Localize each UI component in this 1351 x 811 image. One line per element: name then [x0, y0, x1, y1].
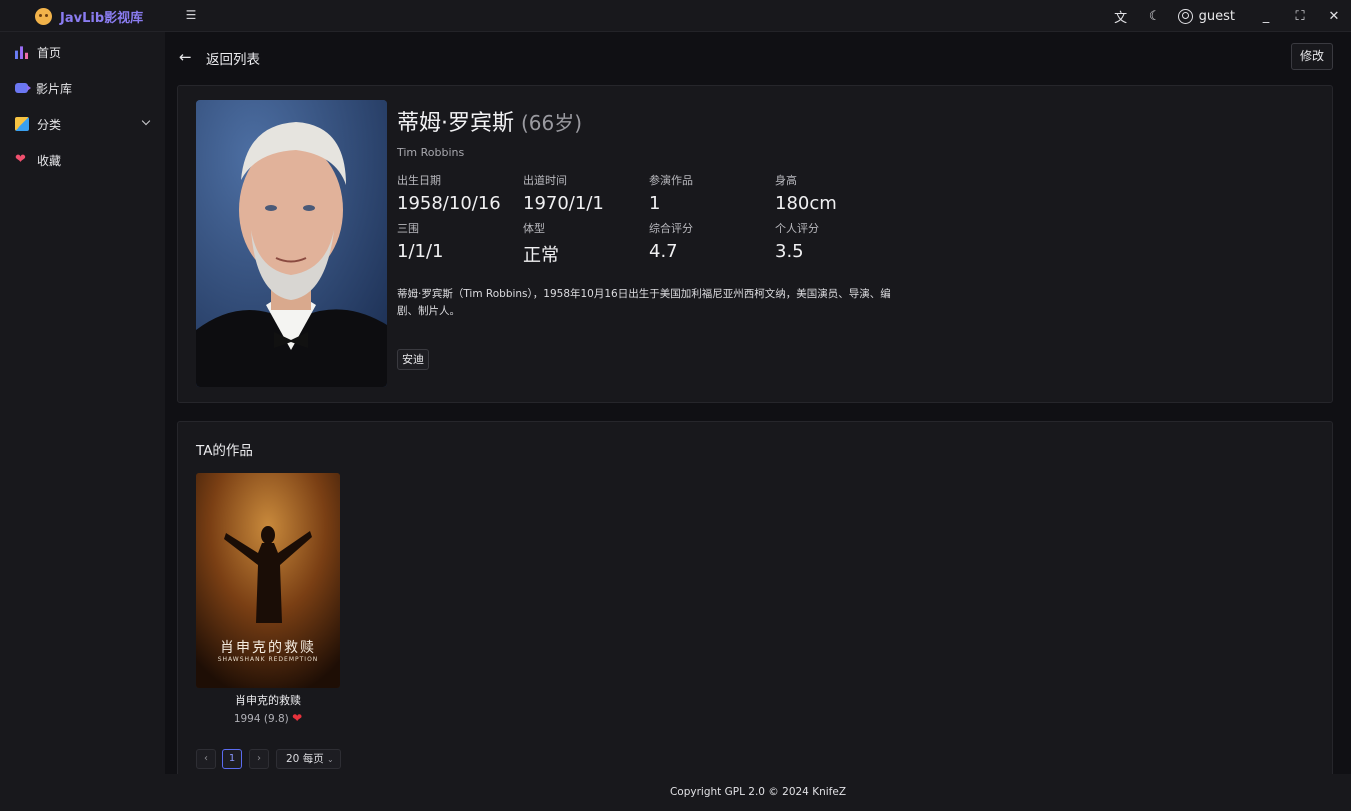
- role-tag[interactable]: 安迪: [397, 349, 429, 370]
- back-arrow-icon[interactable]: ←: [179, 48, 192, 66]
- chart-icon: [15, 46, 29, 59]
- dark-mode-icon[interactable]: ☾: [1138, 0, 1172, 32]
- menu-collapse-icon[interactable]: ☰: [184, 8, 198, 22]
- sidebar-item-home[interactable]: 首页: [0, 34, 165, 70]
- stat-label: 出生日期: [397, 174, 441, 187]
- page-number-button[interactable]: 1: [222, 749, 242, 769]
- brand[interactable]: JavLib影视库: [35, 7, 143, 26]
- works-title: TA的作品: [196, 443, 253, 459]
- window-controls: 文 ☾ guest _ ⛶ ✕: [1104, 0, 1351, 32]
- movie-title[interactable]: 肖申克的救赎: [196, 692, 340, 708]
- user-menu[interactable]: guest: [1177, 8, 1235, 24]
- movie-poster[interactable]: 肖申克的救赎 SHAWSHANK REDEMPTION: [196, 473, 340, 688]
- works-card: [177, 421, 1333, 781]
- logo-icon: [35, 8, 52, 25]
- poster-title-en: SHAWSHANK REDEMPTION: [217, 656, 319, 663]
- stat-value: 正常: [523, 245, 559, 266]
- edit-button[interactable]: 修改: [1291, 43, 1333, 70]
- actor-photo: [196, 100, 387, 387]
- poster-title-cn: 肖申克的救赎: [220, 640, 316, 656]
- category-icon: [15, 117, 29, 131]
- actor-english-name: Tim Robbins: [397, 146, 465, 159]
- stat-label: 体型: [523, 222, 545, 235]
- back-to-list-link[interactable]: 返回列表: [206, 48, 260, 68]
- prev-page-button[interactable]: ‹: [196, 749, 216, 769]
- maximize-icon[interactable]: ⛶: [1283, 0, 1317, 32]
- actor-name-text: 蒂姆·罗宾斯: [397, 111, 514, 136]
- next-page-button[interactable]: ›: [249, 749, 269, 769]
- heart-icon[interactable]: ❤: [292, 711, 302, 725]
- actor-age: (66岁): [521, 111, 583, 135]
- stat-value: 1: [649, 193, 661, 214]
- stat-value: 180cm: [775, 193, 837, 214]
- page-size-select[interactable]: 20 每页 ⌄: [276, 749, 341, 769]
- stat-label: 出道时间: [523, 174, 567, 187]
- page-size-label: 20 每页: [286, 753, 324, 765]
- stat-value: 1958/10/16: [397, 193, 501, 214]
- title-bar: JavLib影视库 ☰ 文 ☾ guest _ ⛶ ✕: [0, 0, 1351, 32]
- username: guest: [1198, 8, 1235, 24]
- close-icon[interactable]: ✕: [1317, 0, 1351, 32]
- chevron-down-icon: ⌄: [327, 755, 334, 764]
- video-icon: [15, 83, 31, 93]
- stat-value: 3.5: [775, 241, 804, 262]
- minimize-icon[interactable]: _: [1249, 0, 1283, 32]
- sidebar-item-favorites[interactable]: ❤ 收藏: [0, 142, 165, 178]
- stat-label: 身高: [775, 174, 797, 187]
- stat-value: 1/1/1: [397, 241, 444, 262]
- actor-bio: 蒂姆·罗宾斯（Tim Robbins），1958年10月16日出生于美国加利福尼…: [397, 288, 891, 317]
- sidebar: 首页 影片库 分类 ❤ 收藏: [0, 32, 165, 811]
- footer: Copyright GPL 2.0 © 2024 KnifeZ: [165, 774, 1351, 811]
- sidebar-item-label: 首页: [37, 45, 62, 60]
- movie-meta: 1994 (9.8) ❤: [196, 711, 340, 725]
- user-icon: [1177, 8, 1193, 24]
- stat-label: 三围: [397, 222, 419, 235]
- actor-portrait-image: [196, 100, 387, 387]
- translate-icon[interactable]: 文: [1104, 0, 1138, 32]
- sidebar-item-library[interactable]: 影片库: [0, 70, 165, 106]
- actor-name: 蒂姆·罗宾斯 (66岁): [397, 105, 582, 137]
- movie-year-rating: 1994 (9.8): [233, 713, 289, 725]
- sidebar-item-label: 分类: [37, 117, 62, 132]
- chevron-down-icon: [141, 116, 151, 126]
- stat-value: 1970/1/1: [523, 193, 604, 214]
- sidebar-item-label: 收藏: [37, 153, 62, 168]
- stat-value: 4.7: [649, 241, 678, 262]
- stat-label: 个人评分: [775, 222, 819, 235]
- heart-icon: ❤: [15, 152, 26, 167]
- stat-label: 综合评分: [649, 222, 693, 235]
- sidebar-item-category[interactable]: 分类: [0, 106, 165, 142]
- sidebar-item-label: 影片库: [36, 81, 73, 96]
- brand-name: JavLib影视库: [60, 11, 144, 26]
- stat-label: 参演作品: [649, 174, 693, 187]
